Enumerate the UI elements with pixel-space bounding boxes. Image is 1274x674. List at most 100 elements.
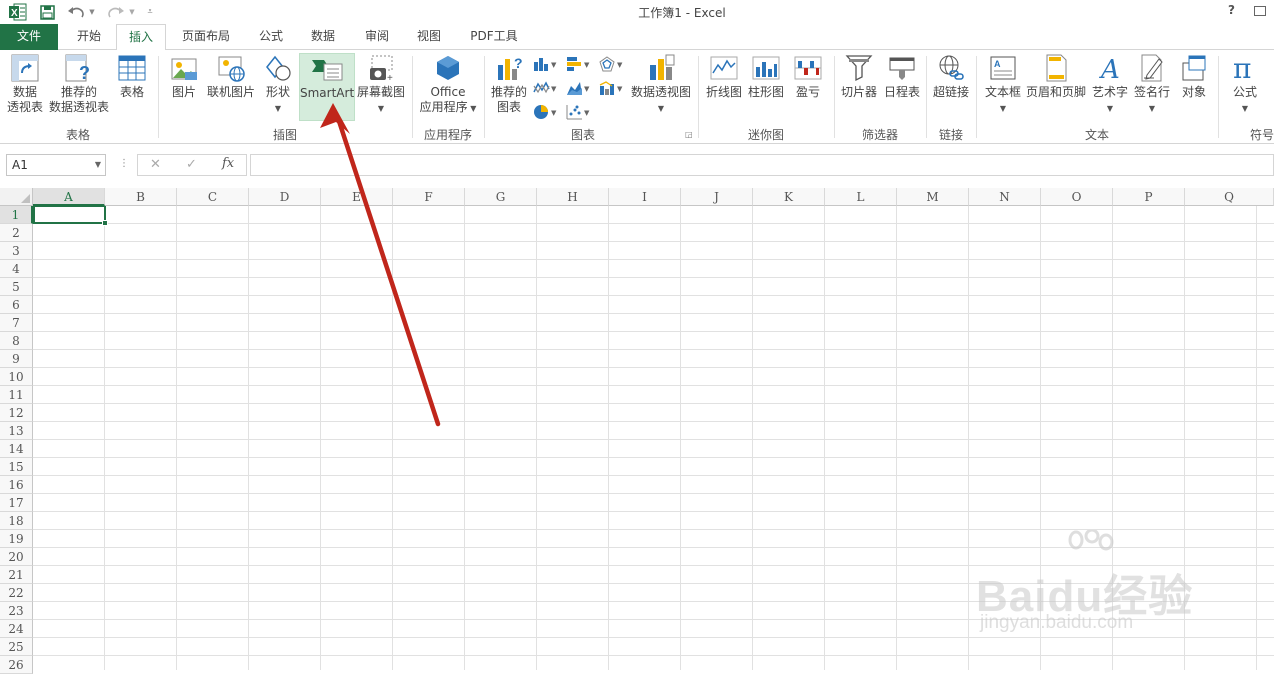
- sparkline-winloss-label: 盈亏: [795, 85, 820, 99]
- cancel-icon[interactable]: ✕: [150, 157, 161, 172]
- row-header-25[interactable]: 25: [0, 638, 33, 656]
- pivot-table-button[interactable]: 数据 透视表: [4, 53, 46, 115]
- row-header-7[interactable]: 7: [0, 314, 33, 332]
- select-all-button[interactable]: [0, 188, 33, 206]
- row-header-16[interactable]: 16: [0, 476, 33, 494]
- row-header-17[interactable]: 17: [0, 494, 33, 512]
- column-chart-icon[interactable]: ▼: [533, 56, 559, 75]
- column-header-n[interactable]: N: [969, 188, 1041, 206]
- tab-home[interactable]: 开始: [66, 24, 112, 50]
- insert-function-icon[interactable]: fx: [222, 156, 234, 171]
- tab-page-layout[interactable]: 页面布局: [174, 24, 238, 50]
- tab-review[interactable]: 审阅: [356, 24, 398, 50]
- active-cell-a1[interactable]: [33, 205, 108, 226]
- row-header-13[interactable]: 13: [0, 422, 33, 440]
- restore-window-icon[interactable]: [1254, 6, 1266, 16]
- row-header-4[interactable]: 4: [0, 260, 33, 278]
- bar-chart-icon[interactable]: ▼: [566, 56, 592, 75]
- enter-icon[interactable]: ✓: [186, 157, 197, 172]
- row-header-12[interactable]: 12: [0, 404, 33, 422]
- row-header-24[interactable]: 24: [0, 620, 33, 638]
- formula-bar-grip-icon[interactable]: ⋮: [119, 158, 129, 169]
- tab-formulas[interactable]: 公式: [250, 24, 292, 50]
- row-header-23[interactable]: 23: [0, 602, 33, 620]
- column-header-q[interactable]: Q: [1185, 188, 1274, 206]
- object-button[interactable]: 对象: [1174, 53, 1214, 100]
- row-header-22[interactable]: 22: [0, 584, 33, 602]
- help-button[interactable]: ?: [1228, 3, 1235, 17]
- column-header-k[interactable]: K: [753, 188, 825, 206]
- column-header-d[interactable]: D: [249, 188, 321, 206]
- table-button[interactable]: 表格: [114, 53, 150, 100]
- row-header-21[interactable]: 21: [0, 566, 33, 584]
- signature-line-button[interactable]: 签名行 ▼: [1132, 53, 1172, 116]
- column-header-h[interactable]: H: [537, 188, 609, 206]
- tab-data[interactable]: 数据: [302, 24, 344, 50]
- line-chart-icon[interactable]: ▼: [533, 80, 559, 99]
- row-header-26[interactable]: 26: [0, 656, 33, 674]
- column-header-o[interactable]: O: [1041, 188, 1113, 206]
- smartart-button[interactable]: SmartArt: [299, 53, 355, 121]
- slicer-button[interactable]: 切片器: [838, 53, 880, 100]
- row-header-19[interactable]: 19: [0, 530, 33, 548]
- radar-chart-icon[interactable]: ▼: [599, 56, 625, 75]
- scatter-chart-icon[interactable]: ▼: [566, 104, 592, 123]
- row-header-14[interactable]: 14: [0, 440, 33, 458]
- picture-button[interactable]: 图片: [166, 53, 202, 100]
- screenshot-button[interactable]: + 屏幕截图 ▼: [356, 53, 406, 116]
- row-header-11[interactable]: 11: [0, 386, 33, 404]
- textbox-button[interactable]: A 文本框 ▼: [982, 53, 1024, 116]
- sparkline-winloss-button[interactable]: 盈亏: [790, 53, 826, 100]
- area-chart-icon[interactable]: ▼: [566, 80, 592, 99]
- name-box-dropdown-icon[interactable]: ▼: [95, 155, 101, 175]
- pivot-chart-button[interactable]: 数据透视图 ▼: [630, 53, 692, 116]
- hyperlink-button[interactable]: 超链接: [930, 53, 972, 100]
- row-header-2[interactable]: 2: [0, 224, 33, 242]
- pie-chart-icon[interactable]: ▼: [533, 104, 559, 123]
- wordart-button[interactable]: A 艺术字 ▼: [1090, 53, 1130, 116]
- row-header-15[interactable]: 15: [0, 458, 33, 476]
- column-header-l[interactable]: L: [825, 188, 897, 206]
- row-header-5[interactable]: 5: [0, 278, 33, 296]
- recommended-charts-button[interactable]: ? 推荐的 图表: [488, 53, 530, 115]
- row-header-8[interactable]: 8: [0, 332, 33, 350]
- row-header-9[interactable]: 9: [0, 350, 33, 368]
- row-header-3[interactable]: 3: [0, 242, 33, 260]
- tab-file[interactable]: 文件: [0, 24, 58, 50]
- cell-area[interactable]: [33, 206, 1274, 670]
- sparkline-column-button[interactable]: 柱形图: [746, 53, 786, 100]
- recommended-pivot-button[interactable]: ? 推荐的 数据透视表: [48, 53, 110, 115]
- sparkline-line-button[interactable]: 折线图: [704, 53, 744, 100]
- column-header-f[interactable]: F: [393, 188, 465, 206]
- tab-view[interactable]: 视图: [408, 24, 450, 50]
- charts-dialog-launcher-icon[interactable]: ◲: [685, 130, 693, 139]
- tab-insert[interactable]: 插入: [116, 24, 166, 51]
- column-header-g[interactable]: G: [465, 188, 537, 206]
- column-header-c[interactable]: C: [177, 188, 249, 206]
- fill-handle[interactable]: [102, 220, 108, 226]
- equation-button[interactable]: π 公式 ▼: [1224, 53, 1266, 116]
- column-header-p[interactable]: P: [1113, 188, 1185, 206]
- row-header-1[interactable]: 1: [0, 206, 33, 224]
- row-header-18[interactable]: 18: [0, 512, 33, 530]
- office-apps-button[interactable]: Office 应用程序 ▼: [416, 53, 480, 116]
- screenshot-label: 屏幕截图: [356, 85, 405, 99]
- combo-chart-icon[interactable]: ▼: [599, 80, 625, 99]
- tab-pdf-tools[interactable]: PDF工具: [462, 24, 526, 50]
- row-header-20[interactable]: 20: [0, 548, 33, 566]
- name-box[interactable]: A1 ▼: [6, 154, 106, 176]
- timeline-button[interactable]: 日程表: [882, 53, 922, 100]
- row-header-10[interactable]: 10: [0, 368, 33, 386]
- row-header-6[interactable]: 6: [0, 296, 33, 314]
- column-header-m[interactable]: M: [897, 188, 969, 206]
- formula-input[interactable]: [250, 154, 1274, 176]
- column-header-i[interactable]: I: [609, 188, 681, 206]
- column-header-e[interactable]: E: [321, 188, 393, 206]
- column-header-a[interactable]: A: [33, 188, 105, 206]
- column-header-b[interactable]: B: [105, 188, 177, 206]
- online-picture-button[interactable]: 联机图片: [204, 53, 258, 100]
- header-footer-button[interactable]: 页眉和页脚: [1024, 53, 1088, 100]
- shapes-button[interactable]: 形状 ▼: [260, 53, 296, 116]
- group-separator: [484, 56, 485, 138]
- column-header-j[interactable]: J: [681, 188, 753, 206]
